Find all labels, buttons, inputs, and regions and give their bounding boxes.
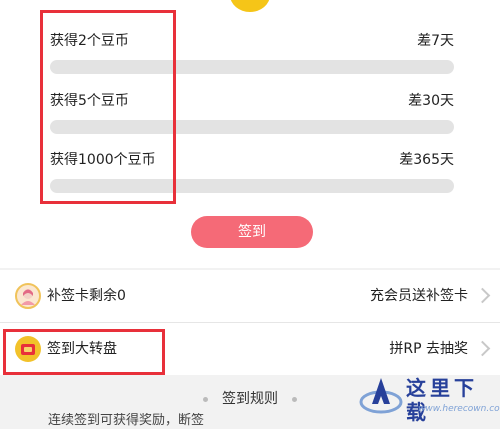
coin-icon [230, 0, 270, 12]
watermark-url: www.herecown.com [418, 404, 500, 414]
signin-button[interactable]: 签到 [191, 216, 313, 248]
dot-icon [203, 396, 208, 402]
watermark-text: 这里下载 [406, 376, 478, 424]
reward-remaining: 差365天 [399, 152, 454, 168]
highlight-box-wheel [3, 329, 165, 375]
rules-title-text: 签到规则 [222, 391, 278, 407]
highlight-box-rewards [40, 10, 176, 204]
chevron-right-icon [474, 287, 491, 304]
makeup-card-label: 补签卡剩余0 [47, 288, 126, 304]
watermark: 这里下载 www.herecown.com [358, 374, 500, 424]
reward-remaining: 差7天 [417, 33, 454, 49]
avatar-icon [15, 283, 41, 309]
wheel-action[interactable]: 拼RP 去抽奖 [389, 340, 468, 358]
watermark-logo-icon [359, 378, 403, 414]
dot-icon [292, 396, 297, 402]
rules-text: 连续签到可获得奖励，断签 [48, 413, 205, 428]
signin-panel: 获得2个豆币 差7天 获得5个豆币 差30天 获得1000个豆币 差365天 签… [0, 0, 500, 268]
makeup-card-item[interactable]: 补签卡剩余0 充会员送补签卡 [0, 270, 500, 322]
chevron-right-icon [474, 340, 491, 357]
makeup-card-action[interactable]: 充会员送补签卡 [370, 287, 468, 305]
reward-remaining: 差30天 [408, 93, 454, 109]
